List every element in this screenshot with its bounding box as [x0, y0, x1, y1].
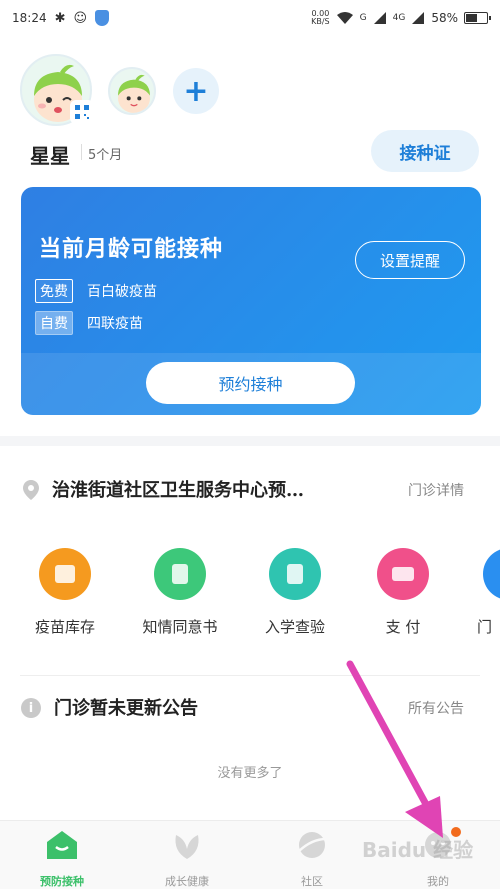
service-vaccine-stock[interactable]: 疫苗库存	[20, 548, 110, 637]
set-reminder-button[interactable]: 设置提醒	[355, 241, 465, 279]
leaf-icon	[175, 835, 199, 859]
service-clinic-partial[interactable]: 门	[455, 548, 500, 637]
wifi-icon	[336, 12, 353, 24]
vaccine-name: 百白破疫苗	[87, 284, 157, 300]
child-face-illustration-small	[118, 74, 150, 113]
signal-icon	[373, 12, 386, 24]
service-label: 支 付	[385, 618, 421, 636]
child-name: 星星	[30, 144, 70, 168]
net-speed-unit: KB/S	[311, 17, 330, 26]
plus-icon: +	[183, 73, 209, 109]
tab-label: 我的	[427, 875, 449, 888]
child-avatar-secondary[interactable]	[108, 67, 156, 115]
payment-icon	[377, 548, 429, 600]
name-divider	[81, 144, 82, 160]
bluetooth-icon: ✱	[54, 10, 66, 26]
location-pin-icon	[23, 480, 39, 500]
signal-icon-2	[412, 12, 425, 24]
status-time: 18:24	[12, 11, 47, 25]
notice-title: 门诊暂未更新公告	[54, 698, 198, 719]
battery-text: 58%	[431, 11, 458, 25]
child-age: 5个月	[88, 148, 123, 163]
net-speed: 0.00 KB/S	[311, 10, 330, 26]
tab-label: 预防接种	[40, 875, 84, 888]
battery-icon	[464, 12, 491, 24]
service-label: 疫苗库存	[34, 618, 95, 636]
service-label: 入学查验	[264, 618, 325, 636]
network-label-1: G	[359, 13, 367, 23]
service-label: 门	[477, 618, 493, 636]
tab-growth-health[interactable]: 成长健康	[137, 829, 237, 889]
school-check-icon	[269, 548, 321, 600]
home-vaccine-icon	[47, 831, 77, 859]
vaccine-reminder-card: 当前月龄可能接种 设置提醒 免费 百白破疫苗 自费 四联疫苗 预约接种	[21, 187, 481, 415]
vaccine-row: 免费 百白破疫苗	[35, 279, 157, 303]
service-school-check[interactable]: 入学查验	[250, 548, 340, 637]
network-label-2: 4G	[392, 13, 406, 23]
clinic-service-icon	[483, 548, 500, 600]
service-label: 知情同意书	[142, 618, 218, 636]
vaccine-stock-icon	[39, 548, 91, 600]
planet-icon	[298, 832, 327, 858]
service-consent-form[interactable]: 知情同意书	[135, 548, 225, 637]
divider	[20, 675, 480, 676]
section-separator	[0, 436, 500, 446]
tab-label: 社区	[301, 875, 323, 888]
status-bar: 18:24 ✱ ☺ 0.00 KB/S G 4G 58%	[0, 0, 500, 36]
card-title: 当前月龄可能接种	[39, 236, 224, 262]
vaccine-name: 四联疫苗	[87, 316, 143, 332]
shield-icon	[95, 10, 110, 26]
consent-form-icon	[154, 548, 206, 600]
vaccination-certificate-button[interactable]: 接种证	[371, 130, 479, 172]
all-notices-link[interactable]: 所有公告	[408, 698, 464, 718]
vaccine-row: 自费 四联疫苗	[35, 311, 143, 335]
vaccine-tag-paid: 自费	[35, 311, 73, 335]
clinic-detail-link[interactable]: 门诊详情	[408, 480, 464, 500]
vaccine-tag-free: 免费	[35, 279, 73, 303]
qr-code-icon[interactable]	[72, 102, 92, 122]
service-payment[interactable]: 支 付	[358, 548, 448, 637]
qq-icon: ☺	[73, 10, 88, 26]
clinic-name[interactable]: 治淮街道社区卫生服务中心预…	[52, 476, 392, 502]
battery-fill	[466, 14, 478, 22]
watermark: Baidu 经验	[362, 838, 474, 862]
no-more-text: 没有更多了	[217, 766, 283, 781]
book-vaccination-button[interactable]: 预约接种	[146, 362, 355, 404]
tab-label: 成长健康	[165, 875, 209, 888]
tab-prevention[interactable]: 预防接种	[12, 829, 112, 889]
add-child-button[interactable]: +	[173, 68, 219, 114]
info-icon: i	[21, 698, 41, 718]
tab-community[interactable]: 社区	[262, 829, 362, 889]
